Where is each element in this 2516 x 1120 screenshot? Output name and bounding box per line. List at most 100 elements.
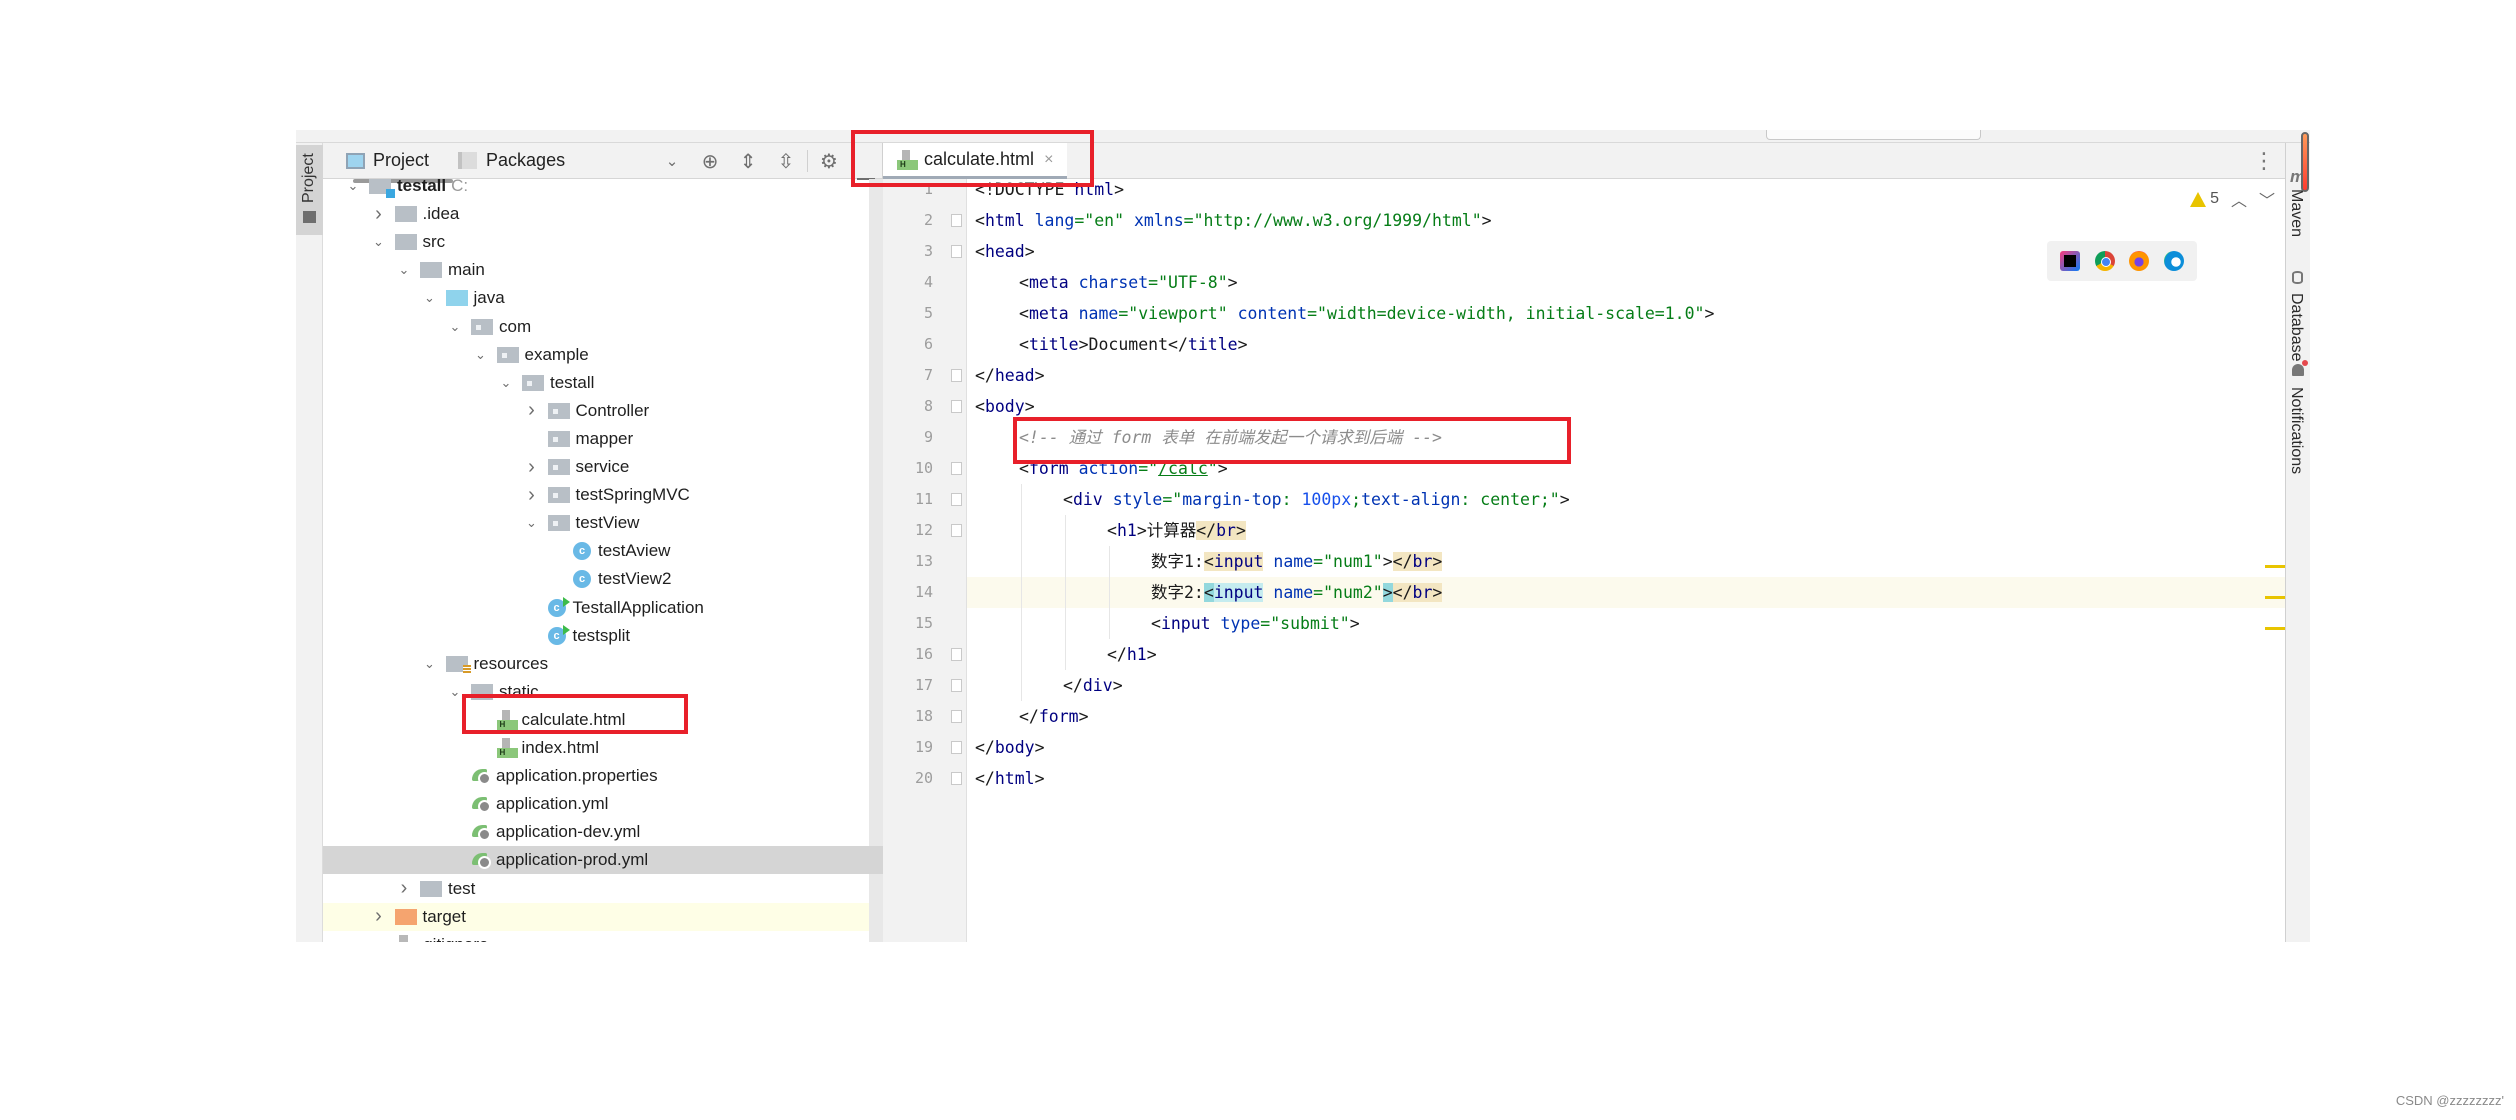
close-icon[interactable]: ×: [1044, 151, 1053, 169]
code-line[interactable]: 13 数字1:<input name="num1"></br>: [915, 546, 2285, 577]
code-line[interactable]: 2 <html lang="en" xmlns="http://www.w3.or…: [924, 205, 2285, 236]
tree-item[interactable]: ⌄ testall: [323, 369, 869, 397]
warning-marker[interactable]: [2265, 596, 2285, 599]
code-line[interactable]: 20 </html>: [915, 763, 2285, 794]
tree-item[interactable]: ⌄ testall C:: [323, 179, 869, 200]
edge-icon[interactable]: [2163, 251, 2184, 271]
tree-item[interactable]: ⌄ resources: [323, 650, 869, 678]
fold-collapse-icon[interactable]: [951, 400, 962, 413]
warning-marker[interactable]: [2265, 627, 2285, 630]
chevron-down-icon[interactable]: ⌄: [653, 152, 691, 170]
fold-end-icon[interactable]: [951, 679, 962, 692]
chevron-down-icon[interactable]: ⌄: [447, 319, 463, 335]
code-line[interactable]: 5 <meta name="viewport" content="width=de…: [924, 298, 2285, 329]
gear-icon[interactable]: ⚙: [810, 149, 848, 174]
run-config-selector[interactable]: [1766, 130, 1981, 140]
intellij-icon[interactable]: [2060, 251, 2081, 271]
fold-end-icon[interactable]: [951, 648, 962, 661]
maven-tool-button[interactable]: Maven: [2287, 189, 2305, 237]
expand-all-icon[interactable]: ⇕: [729, 149, 767, 174]
tree-item[interactable]: › .idea: [323, 200, 869, 228]
chevron-down-icon[interactable]: ⌄: [422, 290, 438, 306]
tree-item[interactable]: .gitignore: [323, 931, 869, 942]
code-line[interactable]: 17 </div>: [915, 670, 2285, 701]
tree-item[interactable]: mapper: [323, 425, 869, 453]
code-line[interactable]: 15 <input type="submit">: [915, 608, 2285, 639]
fold-collapse-icon[interactable]: [951, 245, 962, 258]
tab-packages[interactable]: Packages: [452, 150, 565, 171]
tree-item[interactable]: ⌄ java: [323, 284, 869, 312]
code-line[interactable]: 6 <title>Document</title>: [924, 329, 2285, 360]
chevron-down-icon[interactable]: ⌄: [498, 375, 514, 391]
notifications-tool-button[interactable]: Notifications: [2287, 387, 2305, 474]
code-line[interactable]: 16 </h1>: [915, 639, 2285, 670]
fold-end-icon[interactable]: [951, 772, 962, 785]
chevron-right-icon[interactable]: ›: [524, 399, 540, 422]
chevron-down-icon[interactable]: ⌄: [473, 347, 489, 363]
code-line[interactable]: 14 数字2:<input name="num2"></br>: [915, 577, 2285, 608]
inspection-widget[interactable]: 5 ︿ ﹀: [2190, 187, 2275, 211]
chevron-down-icon[interactable]: ⌄: [422, 656, 438, 672]
tree-item[interactable]: c testsplit: [323, 622, 869, 650]
chrome-icon[interactable]: [2094, 251, 2115, 271]
warning-marker[interactable]: [2265, 565, 2285, 568]
tree-item[interactable]: application.properties: [323, 762, 869, 790]
tree-item[interactable]: ⌄ testView: [323, 509, 869, 537]
fold-end-icon[interactable]: [951, 369, 962, 382]
chevron-down-icon[interactable]: ⌄: [345, 179, 361, 194]
chevron-right-icon[interactable]: ›: [396, 877, 412, 900]
tree-item[interactable]: ⌄ com: [323, 313, 869, 341]
chevron-right-icon[interactable]: ›: [371, 203, 387, 226]
tree-item[interactable]: ⌄ example: [323, 341, 869, 369]
code-line[interactable]: 1 <!DOCTYPE html>: [924, 174, 2285, 205]
tree-item[interactable]: application.yml: [323, 790, 869, 818]
tree-item[interactable]: ⌄ main: [323, 256, 869, 284]
fold-end-icon[interactable]: [951, 741, 962, 754]
tree-item[interactable]: application-dev.yml: [323, 818, 869, 846]
fold-end-icon[interactable]: [951, 710, 962, 723]
tree-item[interactable]: calculate.html: [323, 706, 869, 734]
tree-item[interactable]: c TestallApplication: [323, 594, 869, 622]
chevron-down-icon[interactable]: ⌄: [371, 234, 387, 250]
fold-collapse-icon[interactable]: [951, 214, 962, 227]
tree-item[interactable]: c testView2: [323, 565, 869, 593]
code-line[interactable]: 9 <!-- 通过 form 表单 在前端发起一个请求到后端 -->: [924, 422, 2285, 453]
chevron-down-icon[interactable]: ⌄: [396, 262, 412, 278]
firefox-icon[interactable]: [2129, 251, 2150, 271]
tree-scrollbar[interactable]: [869, 179, 883, 942]
tree-item[interactable]: › test: [323, 875, 869, 903]
next-highlight-icon[interactable]: ﹀: [2259, 187, 2275, 211]
code-line[interactable]: 18 </form>: [915, 701, 2285, 732]
tree-item[interactable]: ⌄ src: [323, 228, 869, 256]
tree-item[interactable]: › Controller: [323, 397, 869, 425]
fold-collapse-icon[interactable]: [951, 524, 962, 537]
database-tool-button[interactable]: Database: [2287, 293, 2305, 362]
chevron-right-icon[interactable]: ›: [524, 484, 540, 507]
tree-item[interactable]: ⌄ static: [323, 678, 869, 706]
code-line[interactable]: 11 <div style="margin-top: 100px;text-ali…: [915, 484, 2285, 515]
code-line[interactable]: 7 </head>: [924, 360, 2285, 391]
chevron-right-icon[interactable]: ›: [524, 456, 540, 479]
chevron-down-icon[interactable]: ⌄: [524, 515, 540, 531]
chevron-right-icon[interactable]: ›: [371, 905, 387, 928]
tree-item[interactable]: application-prod.yml: [323, 846, 883, 875]
tree-item[interactable]: › service: [323, 453, 869, 481]
previous-highlight-icon[interactable]: ︿: [2231, 187, 2247, 211]
code-line[interactable]: 19 </body>: [915, 732, 2285, 763]
fold-collapse-icon[interactable]: [951, 462, 962, 475]
locate-icon[interactable]: ⊕: [691, 149, 729, 174]
tree-item[interactable]: › target: [323, 902, 869, 931]
collapse-all-icon[interactable]: ⇳: [767, 149, 805, 174]
project-tool-button[interactable]: Project: [296, 145, 323, 235]
more-options-icon[interactable]: ⋮: [2253, 147, 2275, 175]
tree-item[interactable]: c testAview: [323, 537, 869, 565]
tree-item[interactable]: index.html: [323, 734, 869, 762]
code-area[interactable]: 1 <!DOCTYPE html> 2 <html lang="en" xmlns="…: [915, 179, 2285, 942]
chevron-down-icon[interactable]: ⌄: [447, 684, 463, 700]
code-line[interactable]: 10 <form action="/calc">: [915, 453, 2285, 484]
tab-project[interactable]: Project: [346, 150, 429, 171]
fold-collapse-icon[interactable]: [951, 493, 962, 506]
code-line[interactable]: 12 <h1>计算器</br>: [915, 515, 2285, 546]
tree-item[interactable]: › testSpringMVC: [323, 481, 869, 509]
code-line[interactable]: 8 <body>: [924, 391, 2285, 422]
